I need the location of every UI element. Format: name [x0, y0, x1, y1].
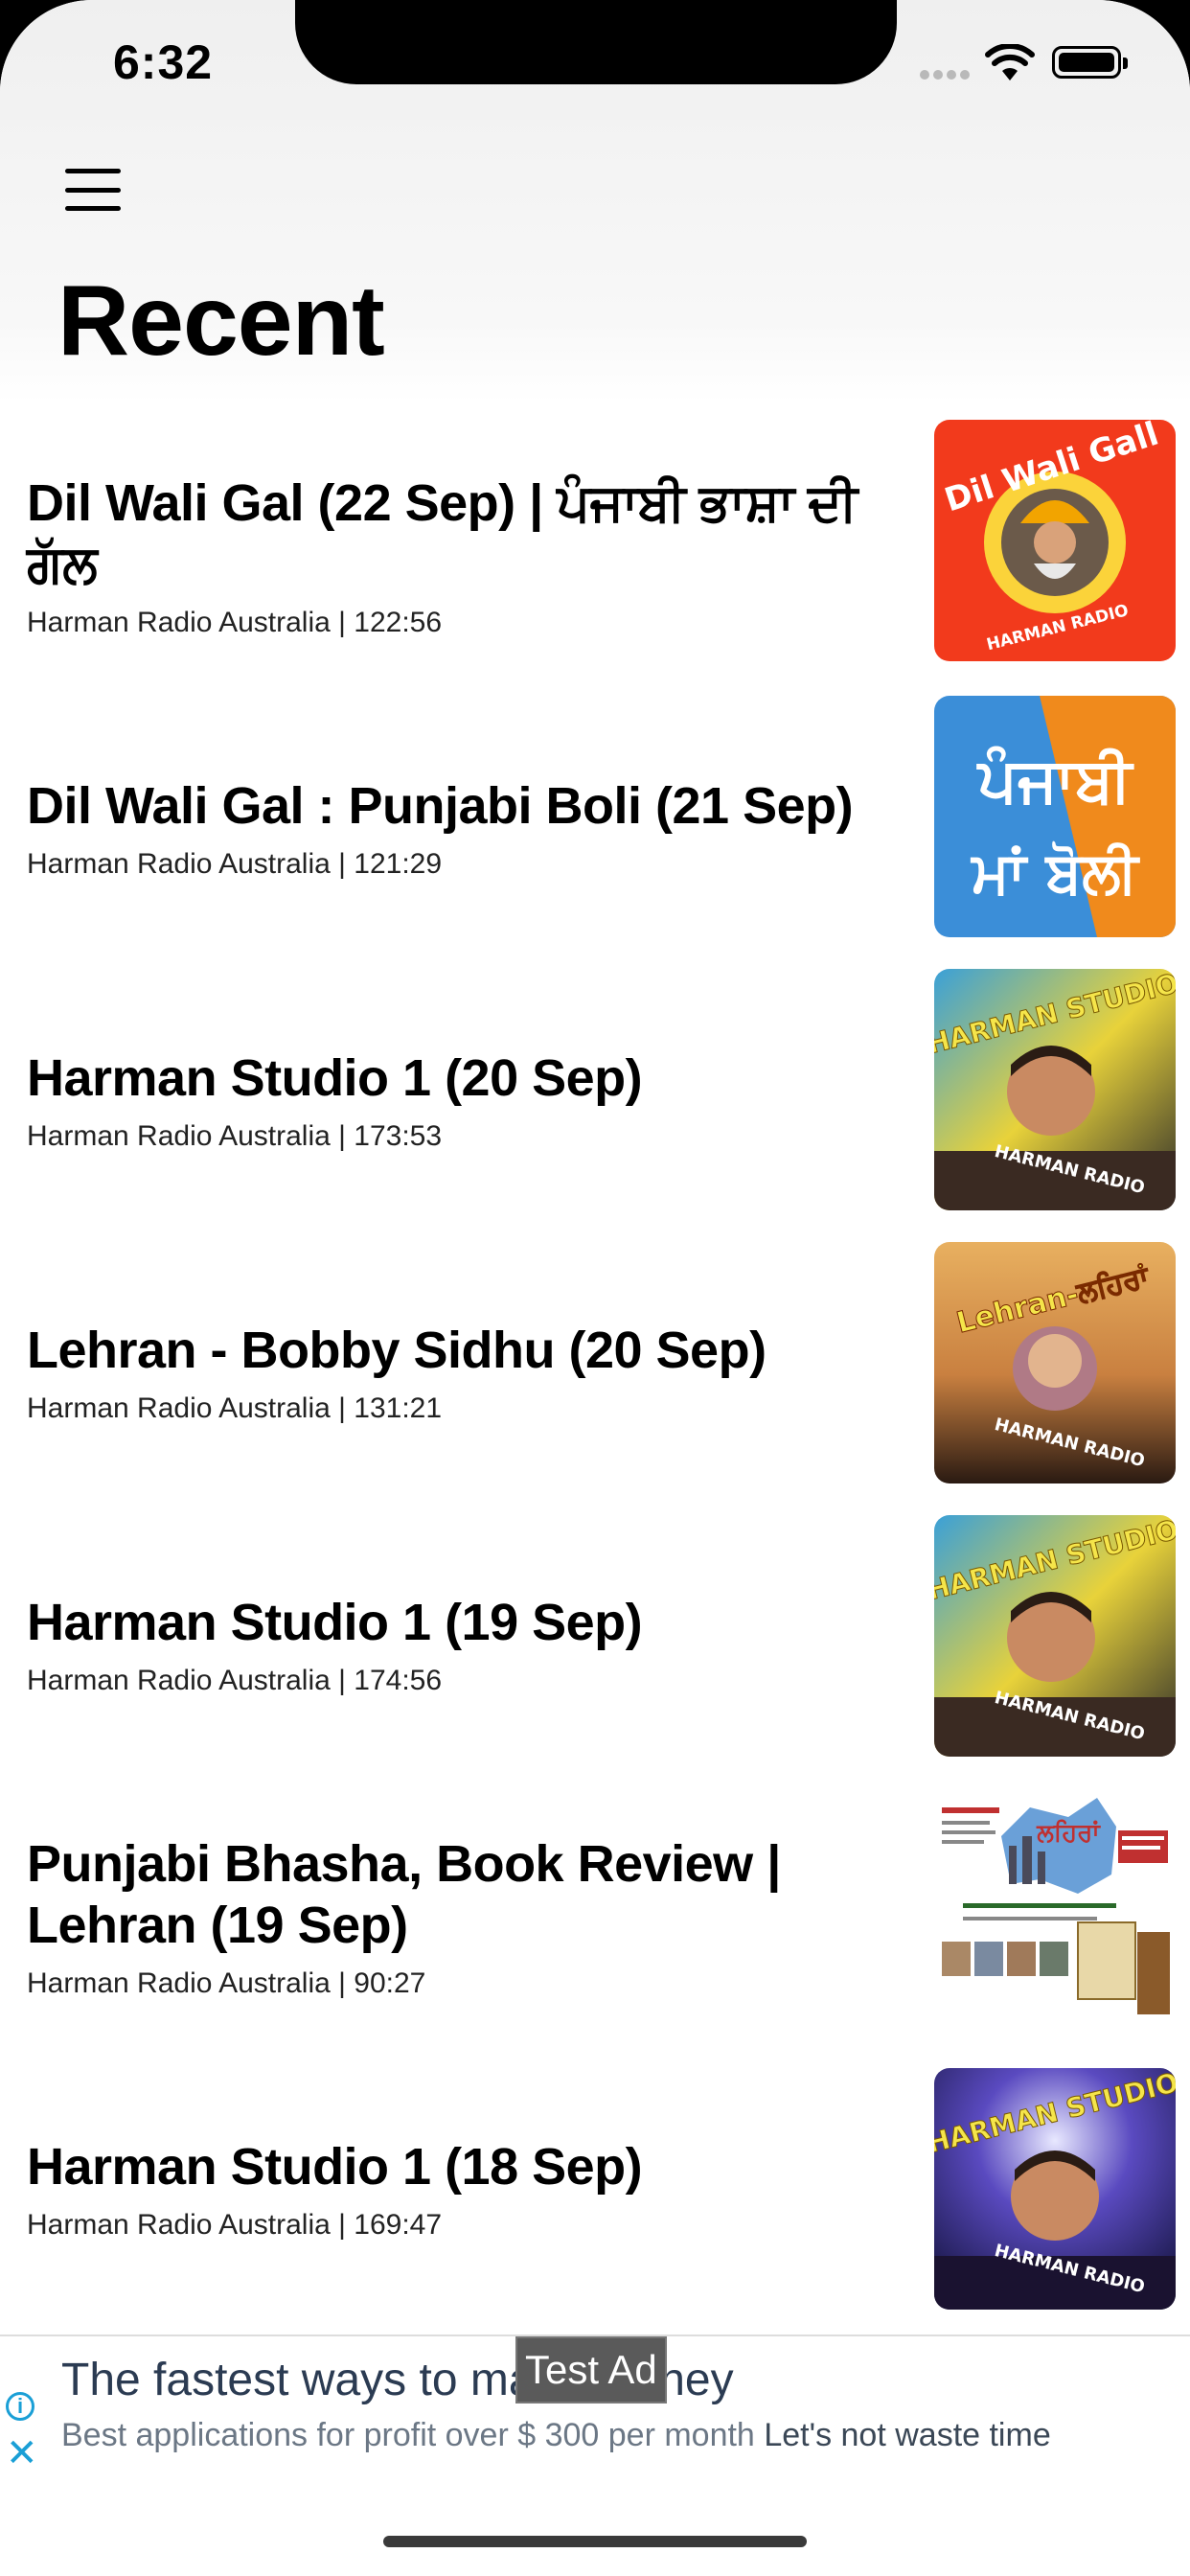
episode-thumbnail: HARMAN STUDIO HARMAN RADIO	[934, 1515, 1176, 1757]
hamburger-menu-icon[interactable]	[65, 169, 121, 211]
episode-thumbnail: Lehran-ਲਹਿਰਾਂ HARMAN RADIO	[934, 1242, 1176, 1484]
page-title: Recent	[57, 265, 385, 377]
episode-title: Dil Wali Gal (22 Sep) | ਪੰਜਾਬੀ ਭਾਸ਼ਾ ਦੀ …	[27, 474, 858, 593]
thumb-subtitle-text: ਮਾਂ ਬੋਲੀ	[970, 840, 1140, 907]
battery-icon	[1052, 46, 1128, 79]
episode-meta: Harman Radio Australia | 131:21	[27, 1392, 443, 1424]
episode-text: Harman Studio 1 (18 Sep) Harman Radio Au…	[27, 2053, 889, 2325]
home-indicator[interactable]	[383, 2536, 807, 2547]
ad-description[interactable]: Best applications for profit over $ 300 …	[61, 2417, 1051, 2454]
episode-thumbnail: ਪੰਜਾਬੀ ਮਾਂ ਬੋਲੀ	[934, 696, 1176, 937]
episode-row-5[interactable]: Harman Studio 1 (19 Sep) Harman Radio Au…	[0, 1508, 1190, 1781]
ad-info-icon[interactable]: i	[6, 2392, 34, 2421]
episode-thumbnail: HARMAN STUDIO HARMAN RADIO	[934, 2068, 1176, 2310]
episode-title: Punjabi Bhasha, Book Review | Lehran (19…	[27, 1835, 781, 1954]
episode-text: Harman Studio 1 (19 Sep) Harman Radio Au…	[27, 1508, 889, 1781]
episode-meta: Harman Radio Australia | 169:47	[27, 2209, 443, 2241]
thumb-title-text: ਲਹਿਰਾਂ	[1036, 1818, 1101, 1848]
device-frame: 6:32 Recent Dil Wali Gal (22 Sep) | ਪੰਜਾ…	[0, 0, 1190, 2576]
thumb-title-text: ਪੰਜਾਬੀ	[976, 746, 1134, 816]
ad-close-icon[interactable]: ✕	[6, 2434, 38, 2472]
episode-text: Harman Studio 1 (20 Sep) Harman Radio Au…	[27, 964, 889, 1236]
episode-text: Dil Wali Gal : Punjabi Boli (21 Sep) Har…	[27, 692, 889, 964]
episode-row-7[interactable]: Harman Studio 1 (18 Sep) Harman Radio Au…	[0, 2053, 1190, 2325]
wifi-icon	[985, 44, 1035, 80]
episode-thumbnail: Dil Wali Gall HARMAN RADIO	[934, 420, 1176, 661]
episode-text: Lehran - Bobby Sidhu (20 Sep) Harman Rad…	[27, 1236, 889, 1508]
episode-title: Lehran - Bobby Sidhu (20 Sep)	[27, 1322, 767, 1379]
episode-meta: Harman Radio Australia | 90:27	[27, 1967, 426, 1999]
ad-description-text: Best applications for profit over $ 300 …	[61, 2417, 755, 2453]
device-notch	[295, 0, 897, 84]
test-ad-badge: Test Ad	[515, 2336, 667, 2404]
episode-row-4[interactable]: Lehran - Bobby Sidhu (20 Sep) Harman Rad…	[0, 1236, 1190, 1508]
banner-ad[interactable]: The fastest ways to make money Best appl…	[0, 2334, 1190, 2478]
episode-text: Punjabi Bhasha, Book Review | Lehran (19…	[27, 1781, 889, 2053]
episode-row-3[interactable]: Harman Studio 1 (20 Sep) Harman Radio Au…	[0, 964, 1190, 1236]
episode-title: Dil Wali Gal : Punjabi Boli (21 Sep)	[27, 777, 854, 835]
episode-row-2[interactable]: Dil Wali Gal : Punjabi Boli (21 Sep) Har…	[0, 692, 1190, 964]
episode-title: Harman Studio 1 (18 Sep)	[27, 2138, 643, 2196]
episode-meta: Harman Radio Australia | 122:56	[27, 607, 443, 638]
ad-cta[interactable]: Let's not waste time	[764, 2417, 1050, 2453]
episode-row-1[interactable]: Dil Wali Gal (22 Sep) | ਪੰਜਾਬੀ ਭਾਸ਼ਾ ਦੀ …	[0, 420, 1190, 692]
episode-meta: Harman Radio Australia | 121:29	[27, 848, 443, 880]
episode-meta: Harman Radio Australia | 173:53	[27, 1120, 443, 1152]
episode-thumbnail: HARMAN STUDIO HARMAN RADIO	[934, 969, 1176, 1210]
episode-text: Dil Wali Gal (22 Sep) | ਪੰਜਾਬੀ ਭਾਸ਼ਾ ਦੀ …	[27, 420, 889, 692]
episode-title: Harman Studio 1 (19 Sep)	[27, 1594, 643, 1651]
episode-row-6[interactable]: Punjabi Bhasha, Book Review | Lehran (19…	[0, 1781, 1190, 2053]
episode-meta: Harman Radio Australia | 174:56	[27, 1665, 443, 1696]
status-time: 6:32	[113, 35, 214, 89]
episode-thumbnail: ਲਹਿਰਾਂ	[934, 1788, 1176, 2030]
signal-icon	[920, 67, 973, 84]
app-screen: 6:32 Recent Dil Wali Gal (22 Sep) | ਪੰਜਾ…	[0, 0, 1190, 2576]
episode-title: Harman Studio 1 (20 Sep)	[27, 1049, 643, 1107]
